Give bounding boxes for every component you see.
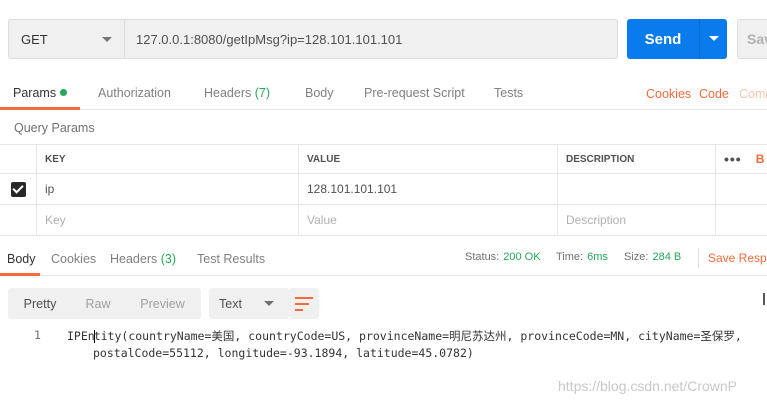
comments-link[interactable]: Comm [739, 87, 767, 101]
tab-headers[interactable]: Headers (7) [204, 86, 270, 100]
active-tab-indicator [0, 273, 40, 276]
tab-pre-request-script[interactable]: Pre-request Script [364, 86, 465, 100]
tab-response-headers-count: (3) [160, 252, 177, 266]
save-button[interactable]: Sav [737, 19, 767, 59]
divider [698, 248, 699, 268]
tab-tests[interactable]: Tests [494, 86, 523, 100]
chevron-down-icon [264, 301, 274, 306]
size-readout: Size: 284 B [624, 251, 681, 263]
raw-button[interactable]: Raw [72, 288, 124, 319]
watermark: https://blog.csdn.net/CrownP [558, 378, 737, 394]
param-value-cell[interactable]: 128.101.101.101 [299, 174, 558, 204]
tab-params[interactable]: Params [13, 86, 68, 100]
response-tabs: Body Cookies Headers (3) Test Results St… [0, 244, 767, 276]
param-enabled-checkbox[interactable] [10, 181, 26, 197]
row-actions-cell [716, 174, 767, 204]
status-label: Status: [465, 251, 500, 263]
wrap-lines-button[interactable] [289, 288, 319, 319]
time-value: 6ms [587, 251, 608, 263]
cookies-link[interactable]: Cookies [646, 87, 691, 101]
preview-button[interactable]: Preview [124, 288, 201, 319]
param-key-cell[interactable]: ip [37, 174, 299, 204]
chevron-down-icon [709, 36, 719, 41]
tab-response-cookies[interactable]: Cookies [51, 252, 96, 266]
format-select[interactable]: Text [209, 288, 289, 319]
save-response-button[interactable]: Save Resp [708, 251, 767, 265]
table-row-new: Key Value Description [0, 205, 767, 236]
url-input[interactable]: 127.0.0.1:8080/getIpMsg?ip=128.101.101.1… [124, 19, 618, 59]
row-check-cell [0, 174, 37, 204]
new-value-input[interactable]: Value [299, 205, 558, 235]
bulk-edit-link[interactable]: B [756, 152, 765, 166]
tab-body[interactable]: Body [305, 86, 334, 100]
tab-headers-count: (7) [254, 86, 271, 100]
view-mode-group: Pretty Raw Preview [8, 288, 201, 319]
tab-params-label: Params [13, 86, 57, 100]
request-tabs: Params Authorization Headers (7) Body Pr… [0, 80, 767, 110]
column-header-key: KEY [37, 145, 299, 173]
tab-authorization[interactable]: Authorization [98, 86, 171, 100]
column-header-description: DESCRIPTION [558, 145, 716, 173]
status-readout: Status: 200 OK [465, 251, 541, 263]
tab-response-body[interactable]: Body [7, 252, 36, 266]
line-number: 1 [34, 328, 41, 342]
status-value: 200 OK [503, 251, 541, 263]
param-description-cell[interactable] [558, 174, 716, 204]
url-text: 127.0.0.1:8080/getIpMsg?ip=128.101.101.1… [136, 31, 403, 47]
header-actions: ••• B [716, 145, 767, 173]
active-tab-indicator [0, 107, 80, 110]
panel-edge-marker [763, 293, 765, 305]
tab-response-headers-label: Headers [110, 252, 158, 266]
method-select[interactable]: GET [8, 19, 124, 59]
tab-headers-label: Headers [204, 86, 252, 100]
code-line-1: IPEntity(countryName=美国, countryCode=US,… [67, 328, 742, 344]
tab-response-headers[interactable]: Headers (3) [110, 252, 176, 266]
row-actions-cell [716, 205, 767, 235]
more-options-icon[interactable]: ••• [724, 151, 742, 167]
row-check-cell [0, 205, 37, 235]
time-readout: Time: 6ms [556, 251, 608, 263]
size-value: 284 B [652, 251, 682, 263]
active-dot-icon [60, 89, 68, 97]
time-label: Time: [556, 251, 584, 263]
column-header-value: VALUE [299, 145, 558, 173]
query-params-title: Query Params [14, 121, 95, 135]
code-link[interactable]: Code [699, 87, 729, 101]
new-key-input[interactable]: Key [37, 205, 299, 235]
code-line-1-start: IPEn [67, 329, 95, 343]
size-label: Size: [624, 251, 649, 263]
code-line-1-rest: tity(countryName=美国, countryCode=US, pro… [93, 329, 742, 343]
format-label: Text [219, 296, 242, 311]
header-check-cell [0, 145, 37, 173]
wrap-lines-icon [295, 296, 313, 312]
chevron-down-icon [102, 37, 112, 42]
request-bar: GET 127.0.0.1:8080/getIpMsg?ip=128.101.1… [0, 0, 767, 80]
table-header-row: KEY VALUE DESCRIPTION ••• B [0, 144, 767, 174]
tab-test-results[interactable]: Test Results [197, 252, 265, 266]
send-options-button[interactable] [699, 19, 727, 59]
new-description-input[interactable]: Description [558, 205, 716, 235]
method-label: GET [21, 31, 48, 47]
send-button[interactable]: Send [627, 19, 699, 59]
table-row: ip 128.101.101.101 [0, 174, 767, 205]
pretty-button[interactable]: Pretty [8, 288, 72, 319]
code-line-1-wrapped: postalCode=55112, longitude=-93.1894, la… [93, 346, 474, 360]
